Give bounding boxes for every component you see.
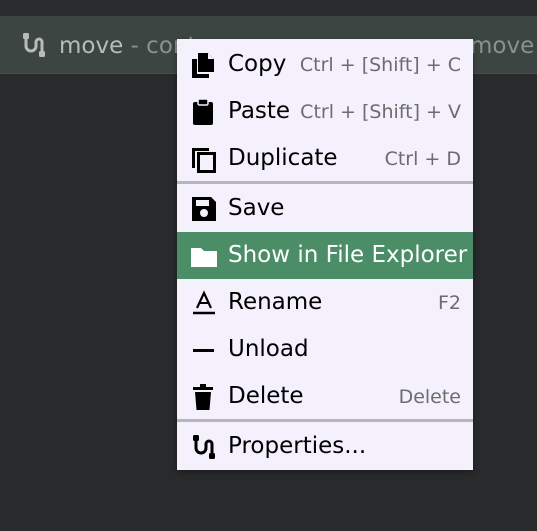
properties-icon <box>23 33 45 57</box>
menu-item-delete[interactable]: Delete Delete <box>177 373 473 420</box>
menu-item-shortcut: F2 <box>437 292 461 314</box>
context-menu: Copy Ctrl + [Shift] + C Paste Ctrl + [Sh… <box>177 39 473 470</box>
menu-item-shortcut: Ctrl + D <box>384 148 461 170</box>
item-right-text: move <box>470 33 535 59</box>
menu-item-copy[interactable]: Copy Ctrl + [Shift] + C <box>177 41 473 88</box>
copy-icon <box>192 53 214 78</box>
menu-item-label: Rename <box>228 289 323 315</box>
menu-item-label: Save <box>228 195 285 221</box>
properties-icon <box>193 435 215 459</box>
menu-item-save[interactable]: Save <box>177 185 473 232</box>
save-icon <box>192 197 216 221</box>
menu-item-label: Properties... <box>228 433 367 459</box>
menu-item-shortcut: Ctrl + [Shift] + V <box>300 101 461 123</box>
top-bar <box>0 0 537 16</box>
menu-item-label: Paste <box>228 98 291 124</box>
trash-icon <box>193 384 213 410</box>
menu-item-label: Duplicate <box>228 145 338 171</box>
menu-item-label: Copy <box>228 51 287 77</box>
menu-item-paste[interactable]: Paste Ctrl + [Shift] + V <box>177 88 473 135</box>
rename-icon <box>193 290 215 315</box>
menu-item-label: Delete <box>228 383 304 409</box>
menu-item-label: Unload <box>228 336 309 362</box>
menu-item-shortcut: Ctrl + [Shift] + C <box>299 54 461 76</box>
menu-separator <box>177 419 473 422</box>
folder-icon <box>191 248 217 267</box>
menu-item-unload[interactable]: Unload <box>177 326 473 373</box>
menu-separator <box>177 181 473 184</box>
clipboard-icon <box>193 98 213 125</box>
menu-item-rename[interactable]: Rename F2 <box>177 279 473 326</box>
menu-item-label: Show in File Explorer <box>228 242 468 268</box>
unload-icon <box>193 349 214 352</box>
item-name: move <box>59 33 124 59</box>
menu-item-shortcut: Delete <box>398 386 461 408</box>
menu-item-show-in-file-explorer[interactable]: Show in File Explorer <box>177 232 473 279</box>
menu-item-duplicate[interactable]: Duplicate Ctrl + D <box>177 135 473 182</box>
duplicate-icon <box>192 148 216 173</box>
item-title: move - cont <box>59 32 196 60</box>
menu-item-properties[interactable]: Properties... <box>177 423 473 470</box>
